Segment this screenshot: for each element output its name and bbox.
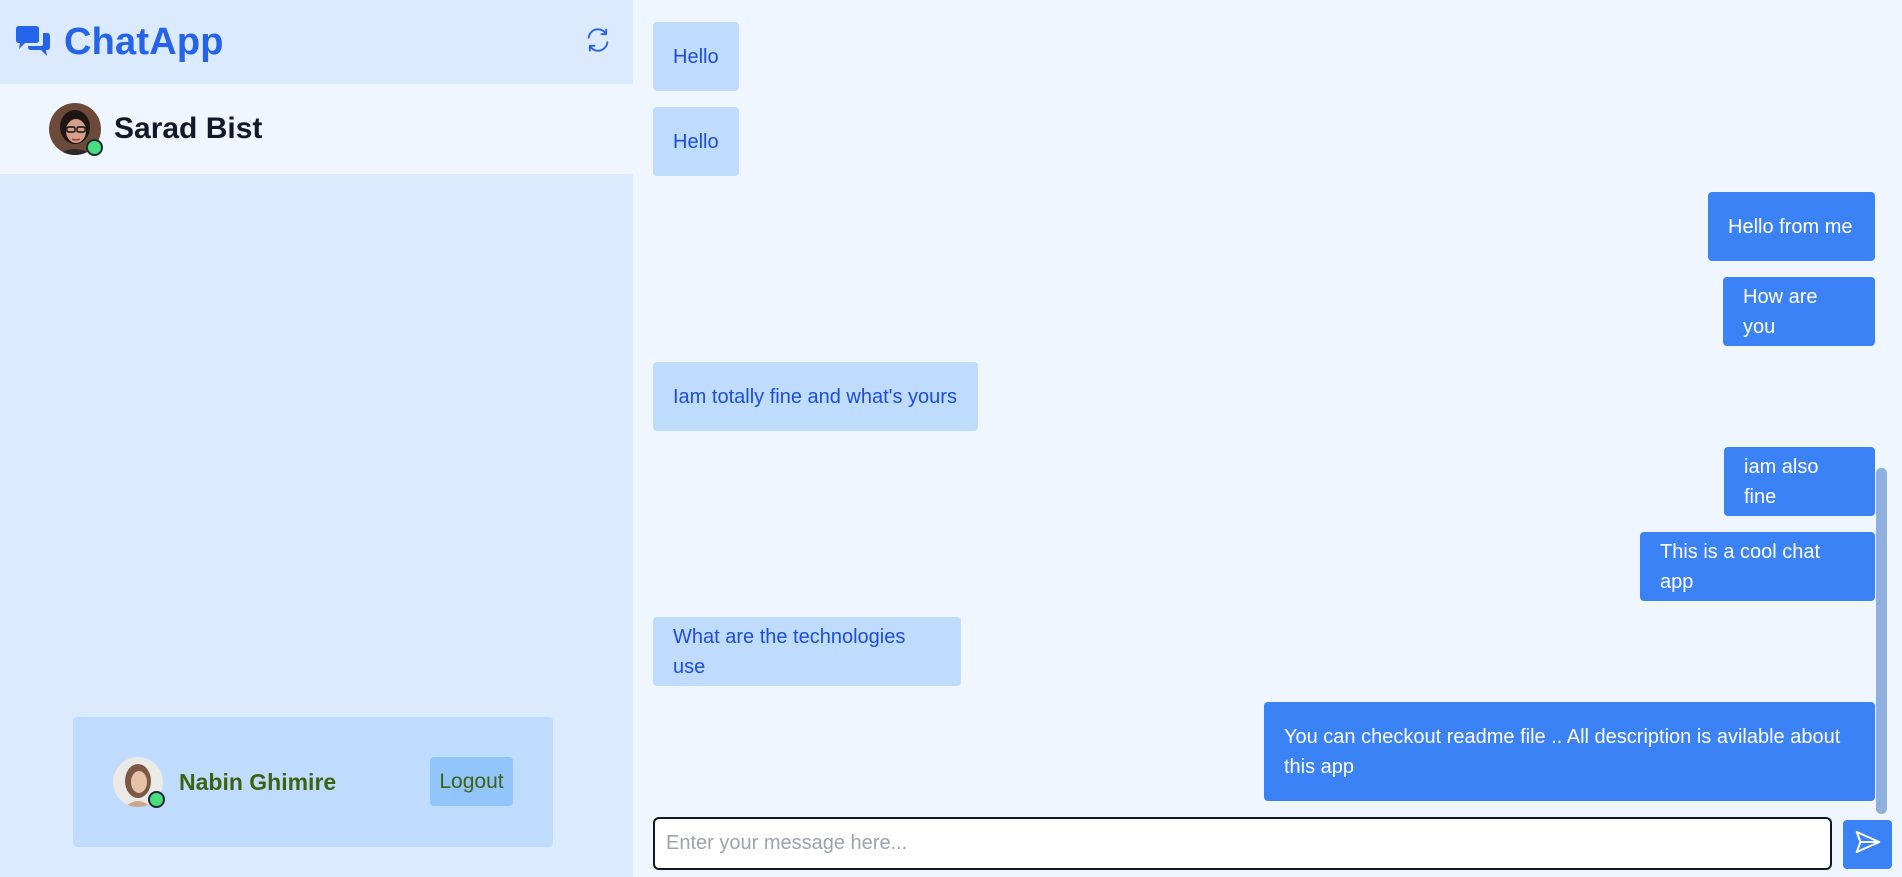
sidebar: ChatApp Sarad Bist Nabin Ghimire Logout bbox=[0, 0, 633, 877]
message-incoming: Iam totally fine and what's yours bbox=[653, 362, 978, 431]
message-input[interactable] bbox=[653, 817, 1832, 870]
avatar bbox=[49, 103, 103, 156]
current-user-card: Nabin Ghimire Logout bbox=[73, 717, 553, 847]
online-status-dot bbox=[148, 791, 165, 808]
message-outgoing: Hello from me bbox=[1708, 192, 1875, 261]
message-outgoing: You can checkout readme file .. All desc… bbox=[1264, 702, 1875, 801]
message-incoming: Hello bbox=[653, 107, 739, 176]
message-outgoing: This is a cool chat app bbox=[1640, 532, 1875, 601]
online-status-dot bbox=[86, 139, 103, 156]
message-outgoing: How are you bbox=[1723, 277, 1875, 346]
user-avatar bbox=[113, 757, 165, 808]
send-button[interactable] bbox=[1843, 820, 1892, 869]
contact-item[interactable]: Sarad Bist bbox=[0, 84, 633, 174]
message-incoming: Hello bbox=[653, 22, 739, 91]
sidebar-header: ChatApp bbox=[0, 0, 633, 84]
current-user-name: Nabin Ghimire bbox=[179, 768, 337, 795]
contact-name: Sarad Bist bbox=[114, 112, 263, 145]
message-incoming: What are the technologies use bbox=[653, 617, 961, 686]
chat-scrollbar[interactable] bbox=[1876, 468, 1887, 814]
send-icon bbox=[1853, 827, 1883, 862]
logout-button[interactable]: Logout bbox=[430, 757, 513, 806]
chat-bubbles-icon bbox=[14, 24, 52, 60]
message-outgoing: iam also fine bbox=[1724, 447, 1875, 516]
refresh-button[interactable] bbox=[582, 26, 614, 58]
refresh-icon bbox=[584, 26, 612, 59]
app-title: ChatApp bbox=[64, 20, 224, 63]
